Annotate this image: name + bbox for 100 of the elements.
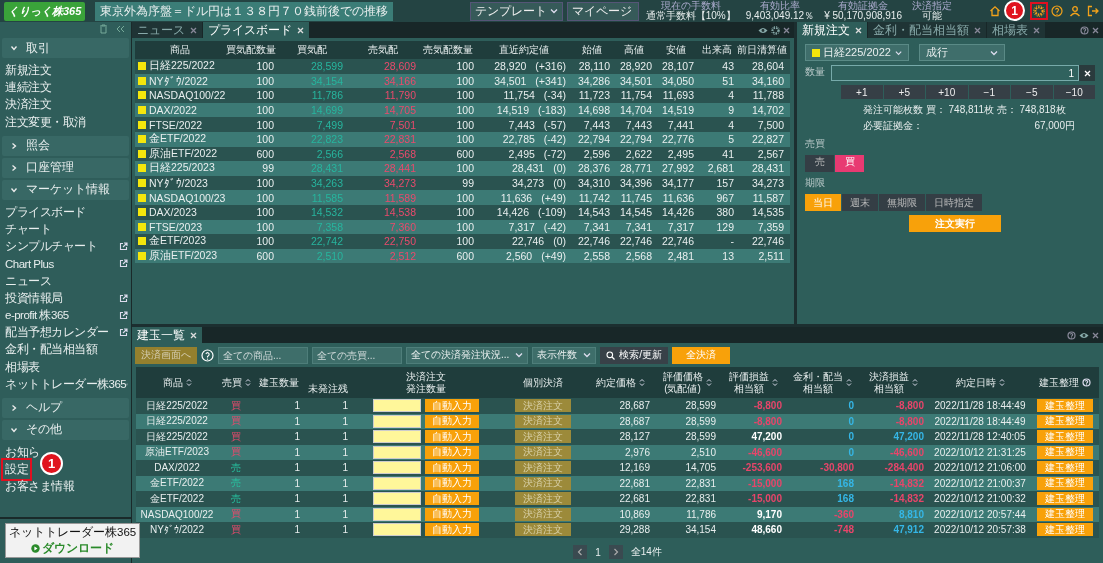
menu-item[interactable]: 配当予想カレンダー bbox=[5, 325, 109, 341]
help-icon[interactable] bbox=[1080, 25, 1089, 35]
column-header[interactable]: 相当額 bbox=[733, 382, 764, 395]
step-button[interactable]: +1 bbox=[841, 85, 883, 99]
quantity-field[interactable] bbox=[373, 476, 421, 490]
column-header[interactable]: 評価損益 bbox=[728, 370, 769, 383]
menu-item[interactable]: 金利・配当相当額 bbox=[5, 342, 97, 358]
menu-item[interactable]: 投資情報局 bbox=[5, 290, 63, 306]
quantity-field[interactable] bbox=[373, 414, 421, 428]
menu-item[interactable]: お客さま情報 bbox=[5, 479, 74, 495]
header-button[interactable]: マイページ bbox=[566, 1, 639, 21]
collapse-icon[interactable] bbox=[116, 25, 125, 33]
column-header[interactable]: 売買 bbox=[221, 375, 242, 390]
quantity-field[interactable] bbox=[373, 492, 421, 506]
eye-icon[interactable] bbox=[758, 26, 768, 34]
quantity-field[interactable] bbox=[373, 399, 421, 413]
column-header[interactable]: 前日清算値 bbox=[737, 43, 787, 57]
menu-item[interactable]: 決済注文 bbox=[5, 97, 51, 113]
column-header[interactable]: 評価価格 bbox=[662, 370, 703, 383]
panel-tab[interactable]: 新規注文 bbox=[797, 22, 867, 38]
panel-tab[interactable]: 相場表 bbox=[987, 22, 1045, 38]
previous-page-button[interactable] bbox=[573, 545, 588, 559]
column-header[interactable]: 出来高 bbox=[697, 43, 737, 57]
column-header[interactable]: 決済損益 bbox=[868, 370, 909, 383]
column-header[interactable]: 直近約定値 bbox=[477, 43, 571, 57]
page-number[interactable]: 1 bbox=[595, 546, 601, 558]
side-button[interactable]: 買 bbox=[835, 155, 864, 172]
step-button[interactable]: −5 bbox=[1011, 85, 1053, 99]
menu-item[interactable]: 連続注文 bbox=[5, 80, 51, 96]
order-type-dropdown[interactable]: 成行 bbox=[919, 44, 1005, 61]
logout-icon[interactable] bbox=[1087, 5, 1099, 17]
column-header[interactable]: 買気配数量 bbox=[225, 43, 277, 57]
menu-item[interactable]: 注文変更・取消 bbox=[5, 114, 86, 130]
column-header[interactable]: 高値 bbox=[613, 43, 655, 57]
section-header[interactable]: 取引 bbox=[2, 38, 129, 58]
column-header[interactable]: 金利・配当 bbox=[792, 370, 843, 383]
menu-item[interactable]: ニュース bbox=[5, 273, 51, 289]
column-header[interactable]: 相当額 bbox=[873, 382, 904, 395]
filter-dropdown[interactable]: 表示件数 bbox=[532, 346, 597, 364]
settings-icon[interactable] bbox=[1033, 5, 1045, 17]
quantity-field[interactable]: 1 bbox=[831, 65, 1079, 81]
menu-item[interactable]: お知ら bbox=[5, 444, 40, 460]
term-button[interactable]: 無期限 bbox=[879, 194, 925, 211]
quantity-field[interactable] bbox=[373, 523, 421, 537]
step-button[interactable]: +5 bbox=[883, 85, 925, 99]
step-button[interactable]: +10 bbox=[926, 85, 968, 99]
user-icon[interactable] bbox=[1069, 5, 1081, 17]
column-header[interactable]: 約定日時 bbox=[955, 375, 996, 390]
menu-item[interactable]: チャート bbox=[5, 222, 51, 238]
column-header[interactable]: 安値 bbox=[655, 43, 697, 57]
column-header[interactable]: 相当額 bbox=[802, 382, 833, 395]
panel-tab[interactable]: 建玉一覧 bbox=[132, 327, 202, 343]
menu-item[interactable]: ネットトレーダー株365 bbox=[5, 376, 127, 392]
column-header[interactable]: 商品 bbox=[162, 375, 183, 390]
help-icon[interactable] bbox=[1067, 330, 1076, 340]
search-button[interactable]: 検索/更新 bbox=[600, 346, 669, 364]
filter-field[interactable]: 全ての商品... bbox=[218, 346, 308, 364]
quantity-field[interactable] bbox=[373, 507, 421, 521]
download-button[interactable]: ネットトレーダー株365 ダウンロード bbox=[5, 523, 141, 558]
menu-item[interactable]: 相場表 bbox=[5, 359, 40, 375]
column-header[interactable]: 約定価格 bbox=[595, 375, 636, 390]
home-icon[interactable] bbox=[989, 5, 1001, 17]
step-button[interactable]: −10 bbox=[1053, 85, 1095, 99]
panel-tab[interactable]: プライスボード bbox=[203, 22, 309, 38]
menu-item[interactable]: e-profit 株365 bbox=[5, 307, 69, 323]
panel-tab[interactable]: 金利・配当相当額 bbox=[868, 22, 986, 38]
news-ticker[interactable]: 東京外為序盤＝ドル円は１３８円７０銭前後での推移 bbox=[95, 1, 394, 21]
menu-item[interactable]: プライスボード bbox=[5, 204, 86, 220]
section-header[interactable]: マーケット情報 bbox=[2, 179, 129, 200]
section-header[interactable]: ヘルプ bbox=[2, 397, 129, 418]
section-header[interactable]: 照会 bbox=[2, 135, 129, 156]
step-button[interactable]: −1 bbox=[968, 85, 1010, 99]
help-icon[interactable] bbox=[1051, 5, 1063, 17]
column-header[interactable]: 買気配 bbox=[277, 43, 346, 57]
panel-tab[interactable]: ニュース bbox=[132, 22, 202, 38]
next-page-button[interactable] bbox=[608, 545, 623, 559]
quantity-field[interactable] bbox=[373, 445, 421, 459]
table-cell-text: 11,786 bbox=[685, 508, 717, 520]
clear-button[interactable] bbox=[1079, 65, 1095, 81]
section-header[interactable]: 口座管理 bbox=[2, 157, 129, 178]
column-header[interactable]: 商品 bbox=[135, 43, 225, 57]
term-button[interactable]: 週末 bbox=[842, 194, 878, 211]
column-header[interactable]: 始値 bbox=[571, 43, 613, 57]
filter-dropdown[interactable]: 全ての決済発注状況... bbox=[406, 346, 529, 364]
side-button[interactable]: 売 bbox=[805, 155, 834, 172]
quantity-field[interactable] bbox=[373, 461, 421, 475]
menu-item[interactable]: Chart Plus bbox=[5, 257, 54, 270]
column-header[interactable]: 売気配数量 bbox=[419, 43, 477, 57]
settings-icon[interactable] bbox=[771, 25, 780, 35]
symbol-dropdown[interactable]: 日経225/2022 bbox=[805, 44, 909, 61]
menu-item[interactable]: シンプルチャート bbox=[5, 239, 97, 255]
column-header[interactable]: (気配値) bbox=[664, 382, 701, 395]
menu-item[interactable]: 新規注文 bbox=[5, 63, 51, 79]
quantity-field[interactable] bbox=[373, 430, 421, 444]
eye-icon[interactable] bbox=[1079, 331, 1089, 339]
filter-field[interactable]: 全ての売買... bbox=[312, 346, 402, 364]
section-header[interactable]: その他 bbox=[2, 419, 129, 440]
column-header[interactable]: 売気配 bbox=[346, 43, 419, 57]
term-button[interactable]: 日時指定 bbox=[926, 194, 982, 211]
header-button[interactable]: テンプレート bbox=[469, 1, 563, 21]
